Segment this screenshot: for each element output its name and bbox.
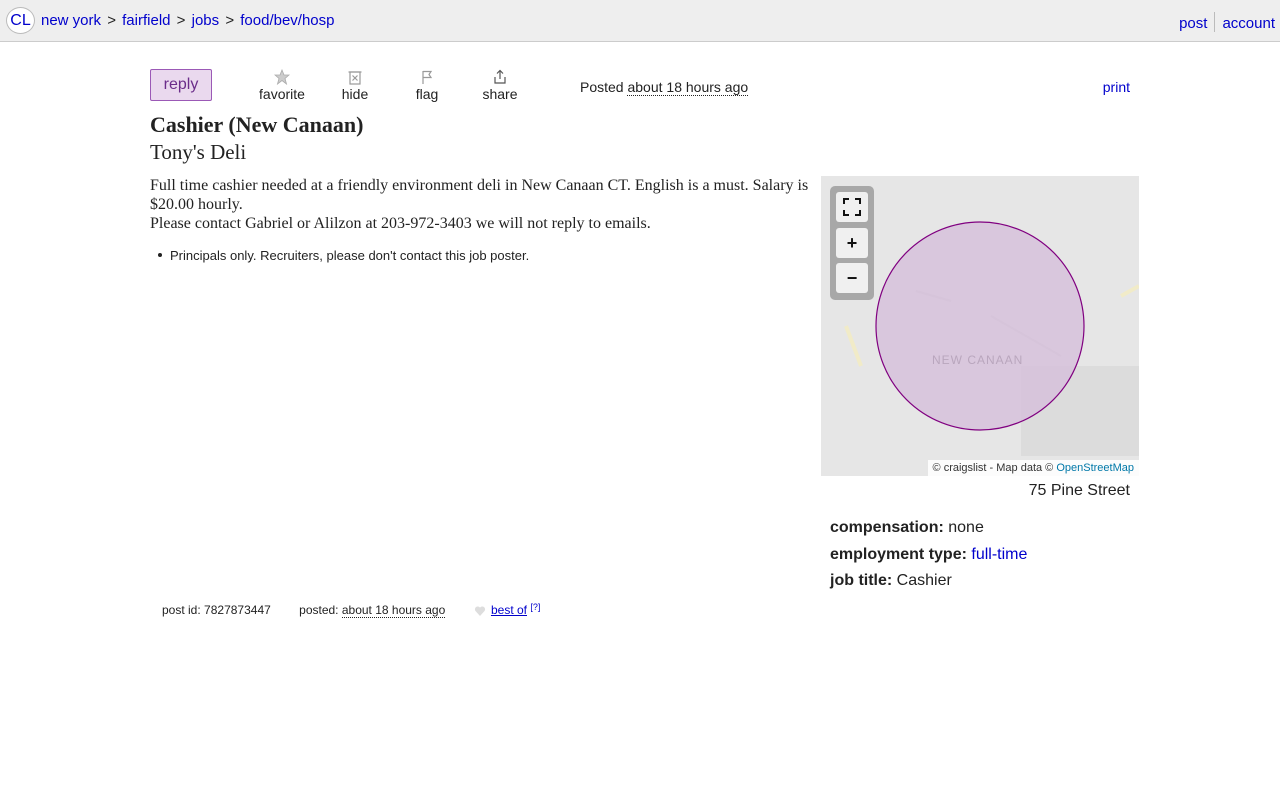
- breadcrumb: new york > fairfield > jobs > food/bev/h…: [41, 12, 335, 29]
- posted-label: posted:: [299, 603, 339, 617]
- post-id-label: post id:: [162, 603, 201, 617]
- share-button[interactable]: share: [470, 69, 530, 102]
- breadcrumb-jobs[interactable]: jobs: [192, 12, 220, 29]
- business-name: Tony's Deli: [150, 140, 247, 164]
- account-link[interactable]: account: [1222, 15, 1275, 32]
- heart-icon: [474, 606, 485, 616]
- attribute-label: employment type:: [830, 545, 967, 563]
- map-city-label: NEW CANAAN: [932, 353, 1024, 367]
- fullscreen-button[interactable]: [836, 192, 868, 222]
- hide-button[interactable]: hide: [325, 69, 385, 102]
- attribute-value: Cashier: [896, 572, 952, 589]
- posted-prefix: Posted: [580, 79, 624, 95]
- post-info: post id: 7827873447 posted: about 18 hou…: [162, 602, 565, 618]
- favorite-button[interactable]: favorite: [252, 69, 312, 102]
- best-of-link[interactable]: best of: [491, 603, 527, 617]
- map-controls: + −: [830, 186, 874, 300]
- breadcrumb-food-bev-hosp[interactable]: food/bev/hosp: [240, 12, 334, 29]
- notices-list: Principals only. Recruiters, please don'…: [158, 248, 529, 263]
- attribute-label: compensation:: [830, 519, 944, 536]
- flag-label: flag: [415, 86, 439, 102]
- attribute-employment-type: employment type: full-time: [830, 542, 1027, 569]
- reply-button[interactable]: reply: [150, 69, 212, 101]
- breadcrumb-separator: >: [176, 12, 186, 29]
- posting-title: Cashier (New Canaan): [150, 112, 364, 137]
- post-link[interactable]: post: [1179, 15, 1207, 32]
- body-paragraph: Please contact Gabriel or Alilzon at 203…: [150, 215, 651, 232]
- flag-icon: [422, 70, 433, 84]
- body-paragraph: Full time cashier needed at a friendly e…: [150, 177, 809, 213]
- minus-icon: −: [846, 268, 858, 288]
- divider: [1214, 12, 1216, 32]
- attribute-label: job title:: [830, 572, 893, 589]
- post-id: post id: 7827873447: [162, 603, 271, 617]
- share-icon: [494, 69, 506, 84]
- best-of-help-link[interactable]: [?]: [530, 602, 540, 612]
- post-id-value: 7827873447: [204, 603, 271, 617]
- posted-time-footer: about 18 hours ago: [341, 603, 446, 618]
- star-icon: [274, 69, 290, 85]
- location-area-circle: [875, 221, 1085, 431]
- user-links: post account: [1179, 12, 1275, 32]
- header-bar: CL new york > fairfield > jobs > food/be…: [0, 0, 1280, 42]
- trash-icon: [348, 71, 362, 85]
- street-address: 75 Pine Street: [1028, 482, 1130, 499]
- print-link[interactable]: print: [1103, 79, 1130, 95]
- flag-button[interactable]: flag: [397, 69, 457, 102]
- map[interactable]: NEW CANAAN + − © craigslist - Map data ©…: [821, 176, 1139, 476]
- zoom-out-button[interactable]: −: [836, 263, 868, 293]
- plus-icon: +: [846, 233, 858, 253]
- posted-info: posted: about 18 hours ago: [299, 603, 446, 618]
- hide-label: hide: [341, 86, 369, 102]
- share-label: share: [482, 86, 518, 102]
- employment-type-link[interactable]: full-time: [971, 546, 1027, 563]
- attribution-text: © craigslist - Map data ©: [932, 462, 1054, 474]
- posted-time: about 18 hours ago: [627, 79, 749, 96]
- openstreetmap-link[interactable]: OpenStreetMap: [1056, 462, 1134, 474]
- attribute-group: compensation: none employment type: full…: [830, 515, 1027, 595]
- fullscreen-icon: [843, 198, 861, 216]
- favorite-label: favorite: [259, 86, 305, 102]
- attribute-compensation: compensation: none: [830, 515, 1027, 542]
- attribute-job-title: job title: Cashier: [830, 568, 1027, 595]
- breadcrumb-separator: >: [107, 12, 116, 29]
- zoom-in-button[interactable]: +: [836, 228, 868, 258]
- bullet: [158, 253, 162, 257]
- posted-date: Posted about 18 hours ago: [580, 79, 749, 96]
- craigslist-logo[interactable]: CL: [6, 7, 35, 34]
- breadcrumb-fairfield[interactable]: fairfield: [122, 12, 170, 29]
- attribute-value: none: [948, 519, 984, 536]
- best-of: best of [?]: [474, 602, 540, 617]
- breadcrumb-new-york[interactable]: new york: [41, 12, 101, 29]
- notice-item: Principals only. Recruiters, please don'…: [170, 248, 530, 263]
- posting-body: Full time cashier needed at a friendly e…: [150, 176, 812, 233]
- breadcrumb-separator: >: [225, 12, 235, 29]
- map-attribution: © craigslist - Map data © OpenStreetMap: [927, 460, 1139, 476]
